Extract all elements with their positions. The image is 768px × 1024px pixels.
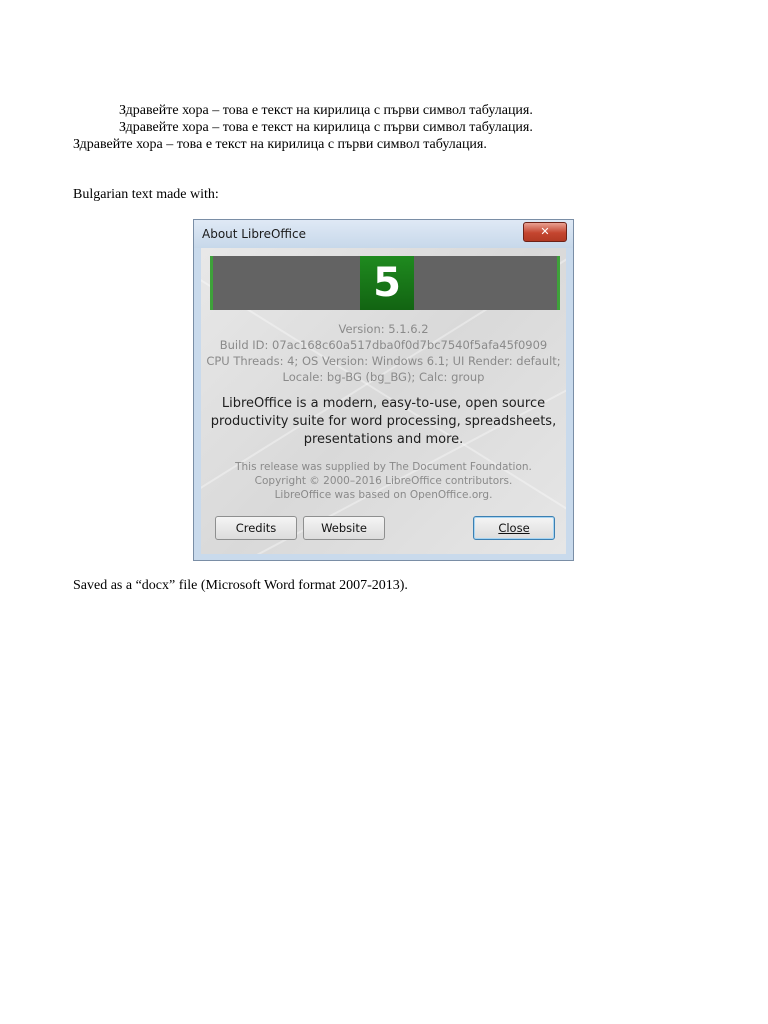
made-with-text: Bulgarian text made with: <box>73 187 219 202</box>
dialog-title: About LibreOffice <box>202 227 307 241</box>
copyright-note: Copyright © 2000–2016 LibreOffice contri… <box>254 475 513 487</box>
about-dialog-screenshot: About LibreOffice ✕ 5 Version: 5.1.6.2 B… <box>193 219 574 561</box>
version-badge-logo: 5 <box>360 256 414 310</box>
description-line-2: productivity suite for word processing, … <box>210 414 557 429</box>
version-text: Version: 5.1.6.2 <box>338 322 429 336</box>
openoffice-note: LibreOffice was based on OpenOffice.org. <box>274 489 493 501</box>
build-id-text: Build ID: 07ac168c60a517dba0f0d7bc7540f5… <box>219 338 548 352</box>
website-button-label: Website <box>321 521 367 535</box>
credits-button-label: Credits <box>235 521 277 535</box>
saved-as-text: Saved as a “docx” file (Microsoft Word f… <box>73 578 408 593</box>
cyrillic-line-1: Здравейте хора – това е текст на кирилиц… <box>119 103 533 118</box>
description-line-1: LibreOffice is a modern, easy-to-use, op… <box>221 396 546 411</box>
dialog-content: 5 Version: 5.1.6.2 Build ID: 07ac168c60a… <box>201 248 566 554</box>
close-button[interactable]: Close <box>473 516 555 540</box>
locale-text: Locale: bg-BG (bg_BG); Calc: group <box>282 370 485 384</box>
dialog-titlebar: About LibreOffice ✕ <box>194 220 573 248</box>
cyrillic-line-3: Здравейте хора – това е текст на кирилиц… <box>73 137 487 152</box>
description-line-3: presentations and more. <box>303 432 464 447</box>
close-icon[interactable]: ✕ <box>523 222 567 242</box>
libreoffice-banner: 5 <box>210 256 560 310</box>
cyrillic-line-2: Здравейте хора – това е текст на кирилиц… <box>119 120 533 135</box>
close-button-label: Close <box>498 521 530 535</box>
credits-button[interactable]: Credits <box>215 516 297 540</box>
website-button[interactable]: Website <box>303 516 385 540</box>
cpu-info-text: CPU Threads: 4; OS Version: Windows 6.1;… <box>206 354 561 368</box>
supplier-note: This release was supplied by The Documen… <box>235 461 532 473</box>
